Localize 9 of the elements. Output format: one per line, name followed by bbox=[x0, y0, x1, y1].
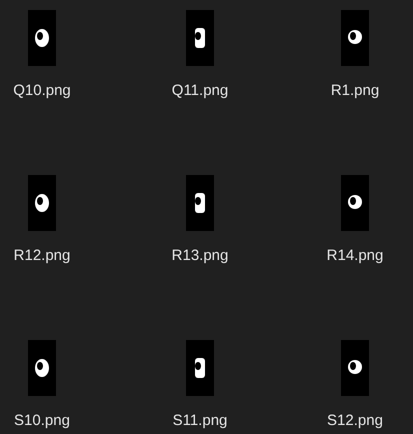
file-name[interactable]: S10.png bbox=[14, 410, 70, 432]
file-name[interactable]: Q10.png bbox=[13, 80, 71, 102]
file-name[interactable]: R14.png bbox=[326, 245, 384, 268]
file-name[interactable]: S11.png bbox=[172, 410, 228, 432]
file-name[interactable]: R1.png bbox=[330, 80, 380, 102]
file-name[interactable]: R13.png bbox=[172, 245, 228, 268]
file-name[interactable]: R12.png bbox=[14, 245, 70, 268]
file-name[interactable]: Q11.png bbox=[172, 80, 228, 102]
file-name[interactable]: S12.png bbox=[327, 410, 383, 432]
